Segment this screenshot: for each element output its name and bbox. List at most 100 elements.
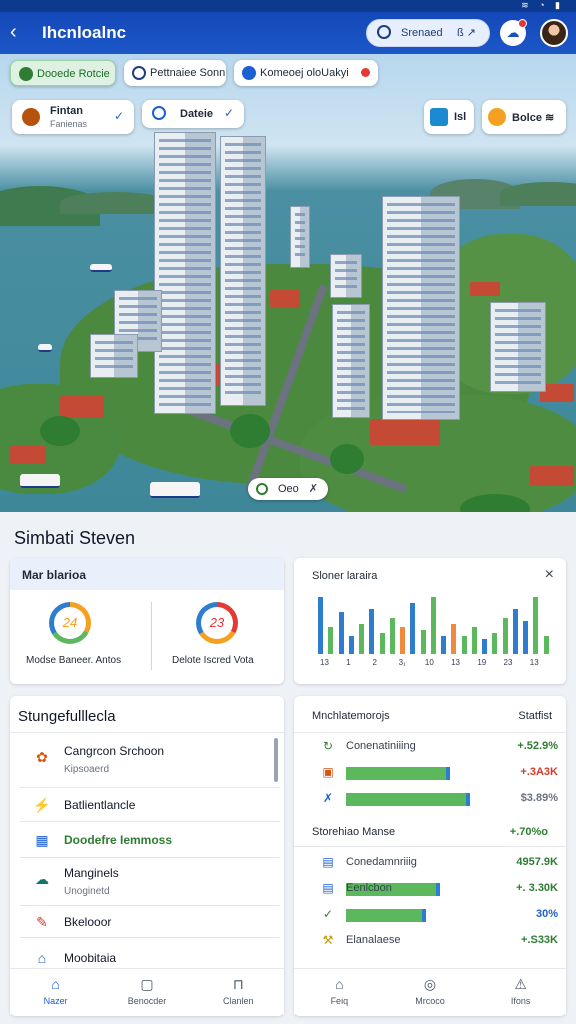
chart-tick-label: 3₁: [398, 658, 406, 667]
map-badge[interactable]: Oeo ✗: [248, 478, 328, 500]
badge-label: Oeo: [278, 483, 299, 495]
city-map[interactable]: Dooede Rotcie Pettnaiee Sonn Komeoej olo…: [0, 54, 576, 512]
chart-tick-label: 10: [424, 658, 434, 667]
status-icons: ≋ ◔ ▮: [521, 0, 564, 10]
chart-title: Sloner laraira: [312, 570, 378, 582]
sun-icon: [488, 108, 506, 126]
tab-label: Benocder: [127, 996, 167, 1006]
list-item[interactable]: ☁ Manginels Unoginetd: [20, 858, 280, 906]
location-icon: [132, 66, 146, 80]
tab-label: Mrcoco: [415, 996, 445, 1006]
chip-filter-1[interactable]: Dooede Rotcie: [10, 60, 116, 86]
search-extra: ß ↗: [457, 27, 476, 39]
stat-row[interactable]: ▤ Eenlcbon +. 3.30K: [302, 878, 562, 900]
list-item-title: Bkelooor: [64, 915, 112, 929]
list-item[interactable]: ✿ Cangrcon Srchoon Kipsoaerd: [20, 736, 280, 788]
metrics-panel: Mar blarioa 24 Modse Baneer. Antos 23 De…: [10, 558, 284, 684]
divider: [10, 732, 284, 733]
stat-icon: ⚒: [322, 933, 334, 947]
search-pill[interactable]: Srenaed ß ↗: [366, 19, 490, 47]
weather-button[interactable]: Bolce ≋: [482, 100, 566, 134]
list-item[interactable]: ✎ Bkelooor: [20, 906, 280, 938]
chart-tick-label: 2: [372, 658, 377, 667]
list-item-subtitle: Kipsoaerd: [64, 764, 110, 775]
info-icon: [242, 66, 256, 80]
boat: [20, 474, 60, 488]
stat-value: +.3A3K: [520, 766, 558, 778]
tower: [290, 206, 310, 268]
location-card-2[interactable]: Dateie ✓: [142, 100, 244, 128]
back-arrow-icon[interactable]: ‹: [10, 21, 32, 43]
chart-bar: [502, 618, 508, 654]
chart-bar: [389, 618, 395, 654]
avatar[interactable]: [540, 19, 568, 47]
stat-row[interactable]: ⚒ Elanalaese +.S33K: [302, 930, 562, 952]
tab-2[interactable]: ⊓ Clanlen: [193, 969, 284, 1015]
chart-tick-label: 13: [451, 658, 461, 667]
chart-bar: [523, 621, 529, 654]
stat-row[interactable]: ↻ Conenatiniiing +.52.9%: [302, 736, 562, 758]
chip-filter-2[interactable]: Pettnaiee Sonn: [124, 60, 226, 86]
chart-tick-label: 1: [346, 658, 351, 667]
location-card-1[interactable]: Fintan Fanienas ✓: [12, 100, 134, 134]
list-item-title: Batlientlancle: [64, 798, 136, 812]
chip-filter-3[interactable]: Komeoej oloUakyi: [234, 60, 378, 86]
tab-0[interactable]: ⌂ Nazer: [10, 969, 101, 1015]
stat-row[interactable]: ▤ Conedamnriiig 4957.9K: [302, 852, 562, 874]
ring-value: 23: [209, 615, 225, 630]
scrollbar[interactable]: [274, 738, 278, 782]
tab-icon: ⌂: [335, 976, 344, 992]
chart-bar: [492, 633, 498, 654]
ring-label: Delote Iscred Vota: [172, 655, 254, 666]
status-bar: ≋ ◔ ▮: [0, 0, 576, 12]
notification-button[interactable]: ☁: [500, 19, 527, 46]
chart-bar: [348, 636, 354, 654]
stat-row[interactable]: ✓ 30%: [302, 904, 562, 926]
bar-chart: [316, 594, 552, 654]
tab-0[interactable]: ⌂ Feiq: [294, 969, 385, 1015]
tab-1[interactable]: ▢ Benocder: [101, 969, 192, 1015]
tab-label: Feiq: [330, 996, 349, 1006]
notification-badge: [518, 19, 527, 28]
stat-row[interactable]: ▣ +.3A3K: [302, 762, 562, 784]
tab-2[interactable]: ⚠ Ifons: [475, 969, 566, 1015]
stat-row[interactable]: ✗ $3.89%: [302, 788, 562, 810]
chart-tick-label: 13: [320, 658, 329, 667]
list-item-title: Doodefre Iemmoss: [64, 833, 173, 847]
check-icon: ✓: [113, 109, 124, 123]
list-item[interactable]: ▦ Doodefre Iemmoss: [20, 822, 280, 858]
layers-icon: [430, 108, 448, 126]
pin-icon: [152, 106, 166, 120]
tab-bar-left: ⌂ Nazer ▢ Benocder ⊓ Clanlen: [10, 968, 284, 1014]
cloud-icon: ☁: [506, 25, 520, 40]
chart-bar: [369, 609, 375, 654]
tab-icon: ⚠: [514, 976, 527, 992]
chart-bar: [410, 603, 416, 654]
tower: [154, 132, 216, 414]
tab-icon: ⌂: [51, 976, 60, 992]
list-item-icon: ▦: [35, 832, 49, 848]
chart-tick-label: 23: [503, 658, 513, 667]
tab-label: Ifons: [510, 996, 531, 1006]
tab-1[interactable]: ◎ Mrcoco: [385, 969, 476, 1015]
close-icon[interactable]: ×: [545, 566, 554, 584]
layer-button[interactable]: Isl: [424, 100, 474, 134]
stat-icon: ▤: [322, 881, 334, 895]
list-item[interactable]: ⚡ Batlientlancle: [20, 788, 280, 822]
tower: [330, 254, 362, 298]
chart-bar: [461, 636, 467, 654]
chart-bar: [543, 636, 549, 654]
stat-value: $3.89%: [520, 792, 558, 804]
stat-value: +.S33K: [521, 934, 558, 946]
chip-label: Komeoej oloUakyi: [260, 67, 349, 79]
tower: [220, 136, 266, 406]
ring-label: Modse Baneer. Antos: [26, 655, 122, 666]
close-icon[interactable]: ✗: [309, 478, 318, 500]
chart-panel: Sloner laraira × 13 1 2 3₁ 10 13 19 23 13: [294, 558, 566, 684]
boat: [90, 264, 112, 272]
tree: [330, 444, 364, 474]
divider: [151, 602, 152, 670]
boat: [150, 482, 200, 498]
panel-header: Mar blarioa: [10, 558, 284, 590]
chart-bar: [451, 624, 457, 654]
